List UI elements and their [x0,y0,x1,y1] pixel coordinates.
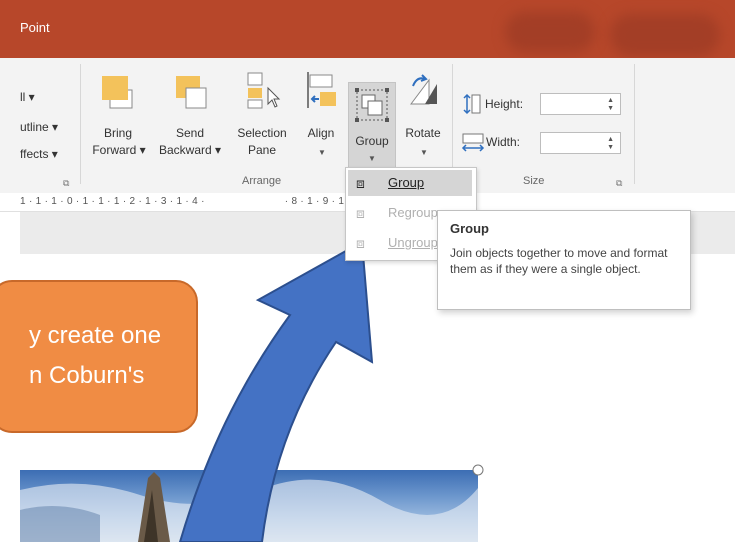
menu-item-group[interactable]: ⧈ Group [348,170,472,196]
selection-pane-button[interactable]: Selection Pane [230,66,294,171]
bring-forward-button[interactable]: Bring Forward ▾ [90,66,148,171]
slide-text-line-2: n Coburn's [29,362,145,389]
align-label: Align [307,126,335,140]
tooltip-body: Join objects together to move and format… [450,246,668,276]
rotate-button[interactable]: Rotate ▼ [399,66,447,171]
spin-down-icon: ▼ [607,144,614,151]
app-title: Point [20,20,50,35]
send-backward-button[interactable]: Send Backward ▾ [152,66,228,171]
send-backward-label-1: Send [175,126,205,140]
shape-outline-button[interactable]: utline ▾ [20,120,58,134]
group-icon: ⧈ [356,175,365,191]
shape-fill-button[interactable]: ll ▾ [20,90,35,104]
height-label: Height: [485,97,524,111]
group-label: Group [355,134,389,148]
rotate-label: Rotate [405,126,441,140]
menu-item-ungroup-label: Ungroup [388,235,438,250]
spin-up-icon: ▲ [607,97,614,104]
chevron-down-icon: ▼ [318,148,326,157]
chevron-down-icon: ▼ [368,154,376,163]
arrange-group-label: Arrange [242,175,282,187]
ungroup-icon: ⧈ [356,235,365,251]
regroup-icon: ⧈ [356,205,365,221]
group-divider [80,64,81,184]
selection-pane-label-2: Pane [247,143,277,157]
menu-item-group-label: Group [388,175,425,190]
rotate-handle-icon [221,427,240,443]
width-icon [461,133,485,152]
slide-text-line-1: y create one [29,322,162,349]
height-icon [463,93,481,115]
bring-forward-label-1: Bring [103,126,132,140]
selection-pane-label-1: Selection [237,126,287,140]
rotate-icon [410,74,437,105]
send-backward-label-2: Backward ▾ [158,143,222,157]
selection-pane-icon [247,72,281,109]
spin-up-icon: ▲ [607,136,614,143]
group-button[interactable]: Group ▼ [348,82,396,168]
height-input[interactable]: ▲ ▼ [540,93,621,115]
group-divider [634,64,635,184]
group-divider [452,64,453,184]
spin-down-icon: ▼ [607,105,614,112]
selection-handles[interactable] [0,420,520,540]
dialog-launcher-icon[interactable]: ⧉ [616,178,622,189]
size-group-label: Size [523,175,545,187]
group-tooltip: Group Join objects together to move and … [437,210,691,310]
orange-text-box[interactable]: y create one n Coburn's [0,280,198,433]
bring-forward-icon [102,76,133,109]
bring-forward-label-2: Forward ▾ [92,143,146,157]
menu-item-regroup-label: Regroup [388,205,438,220]
send-backward-icon [176,76,207,109]
align-icon [307,72,336,108]
tooltip-title: Group [450,221,489,236]
shape-effects-button[interactable]: ffects ▾ [20,147,58,161]
chevron-down-icon: ▼ [420,148,428,157]
width-input[interactable]: ▲ ▼ [540,132,621,154]
align-button[interactable]: Align ▼ [298,66,344,171]
title-bar [0,0,735,58]
group-icon [355,88,389,122]
width-label: Width: [486,135,521,149]
dialog-launcher-icon[interactable]: ⧉ [63,178,69,189]
